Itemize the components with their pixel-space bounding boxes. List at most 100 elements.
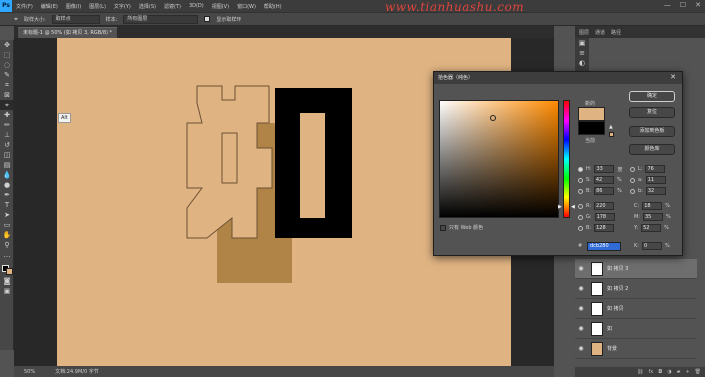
brush-tool-icon[interactable]: ✏ [0, 120, 14, 130]
close-icon[interactable]: ✕ [695, 1, 701, 9]
marquee-tool-icon[interactable]: ⬚ [0, 50, 14, 60]
eraser-tool-icon[interactable]: ◫ [0, 150, 14, 160]
tab-channels[interactable]: 通道 [595, 29, 605, 36]
color-libraries-button[interactable]: 颜色库 [629, 144, 675, 155]
menu-view[interactable]: 视图(V) [212, 3, 229, 10]
add-to-swatches-button[interactable]: 添加到色板 [629, 126, 675, 137]
pen-tool-icon[interactable]: ✒ [0, 190, 14, 200]
blue-radio[interactable] [578, 225, 583, 231]
type-tool-icon[interactable]: T [0, 200, 14, 210]
eyedropper-tool-icon[interactable]: ⌖ [0, 100, 14, 110]
eyedropper-icon[interactable]: ⌖ [14, 15, 18, 24]
path-select-tool-icon[interactable]: ➤ [0, 210, 14, 220]
eye-icon[interactable]: ◉ [575, 265, 587, 272]
tab-layers[interactable]: 图层 [579, 29, 589, 36]
eye-icon[interactable]: ◉ [575, 285, 587, 292]
show-ring-checkbox[interactable] [204, 16, 211, 22]
saturation-radio[interactable] [578, 177, 583, 183]
shape-tool-icon[interactable]: ▭ [0, 220, 14, 230]
current-color-swatch[interactable] [578, 121, 605, 135]
history-panel-icon[interactable]: ▣ [575, 38, 589, 48]
hue-slider[interactable] [563, 100, 570, 218]
gradient-tool-icon[interactable]: ▤ [0, 160, 14, 170]
move-tool-icon[interactable]: ✥ [0, 40, 14, 50]
green-input[interactable]: 178 [594, 213, 615, 221]
sample-source-select[interactable]: 所有图层 [123, 14, 199, 24]
lab-l-radio[interactable] [630, 166, 635, 172]
red-radio[interactable] [578, 203, 583, 209]
document-tab[interactable]: 未标题-1 @ 50% (如 拷贝 3, RGB/8) * [18, 27, 118, 38]
hex-input[interactable]: dcb280 [587, 242, 621, 251]
cyan-input[interactable]: 18 [642, 202, 663, 210]
hue-input[interactable]: 33 [594, 165, 615, 173]
lab-b-radio[interactable] [630, 188, 635, 194]
menu-select[interactable]: 选择(S) [139, 3, 156, 10]
color-marker[interactable] [490, 115, 496, 121]
lab-a-radio[interactable] [630, 177, 635, 183]
link-icon[interactable]: ⛓ [637, 369, 643, 375]
eye-icon[interactable]: ◉ [575, 345, 587, 352]
quick-mask-icon[interactable]: ◙ [0, 276, 14, 286]
menu-3d[interactable]: 3D(D) [189, 3, 204, 9]
healing-tool-icon[interactable]: ✚ [0, 110, 14, 120]
lab-a-input[interactable]: 11 [645, 176, 666, 184]
blur-tool-icon[interactable]: 💧 [0, 170, 14, 180]
folder-icon[interactable]: ▰ [677, 369, 681, 375]
crop-tool-icon[interactable]: ⌗ [0, 80, 14, 90]
yellow-input[interactable]: 52 [641, 224, 662, 232]
menu-file[interactable]: 文件(F) [16, 3, 33, 10]
hand-tool-icon[interactable]: ✋ [0, 230, 14, 240]
tab-paths[interactable]: 路径 [611, 29, 621, 36]
menu-window[interactable]: 窗口(W) [237, 3, 256, 10]
trash-icon[interactable]: 🗑 [695, 369, 701, 375]
brightness-radio[interactable] [578, 188, 583, 194]
lab-b-input[interactable]: 32 [645, 187, 666, 195]
sample-size-select[interactable]: 取样点 [51, 14, 100, 24]
new-layer-icon[interactable]: + [685, 369, 689, 375]
saturation-input[interactable]: 42 [593, 176, 614, 184]
red-input[interactable]: 220 [594, 202, 615, 210]
reset-button[interactable]: 复位 [629, 107, 675, 118]
color-swatches-icon[interactable] [0, 260, 14, 276]
screen-mode-icon[interactable]: ▣ [0, 286, 14, 296]
minimize-icon[interactable]: — [664, 1, 671, 9]
layer-row[interactable]: ◉ 如 拷贝 3 [575, 259, 697, 279]
hue-arrow-left-icon[interactable]: ▶ [558, 204, 562, 210]
eye-icon[interactable]: ◉ [575, 305, 587, 312]
lasso-tool-icon[interactable]: ◌ [0, 60, 14, 70]
history-brush-icon[interactable]: ↺ [0, 140, 14, 150]
adjustments-panel-icon[interactable]: ◐ [575, 58, 589, 68]
magenta-input[interactable]: 35 [643, 213, 663, 221]
web-safe-cube-icon[interactable] [609, 132, 614, 137]
zoom-level[interactable]: 50% [24, 369, 35, 375]
web-only-checkbox[interactable] [440, 224, 446, 231]
hue-arrow-right-icon[interactable]: ◀ [571, 204, 575, 210]
adjustment-layer-icon[interactable]: ◑ [667, 369, 671, 375]
zoom-tool-icon[interactable]: ⚲ [0, 240, 14, 250]
menu-type[interactable]: 文字(Y) [114, 3, 131, 10]
properties-panel-icon[interactable]: ≡ [575, 48, 589, 58]
lab-l-input[interactable]: 76 [645, 165, 666, 173]
layer-row[interactable]: ◉ 如 [575, 319, 697, 339]
saturation-brightness-field[interactable] [439, 100, 559, 218]
maximize-icon[interactable]: ☐ [680, 1, 686, 9]
frame-tool-icon[interactable]: ⊠ [0, 90, 14, 100]
layer-row[interactable]: ◉ 如 拷贝 2 [575, 279, 697, 299]
hue-radio[interactable] [578, 166, 583, 172]
menu-help[interactable]: 帮助(H) [264, 3, 282, 10]
menu-filter[interactable]: 滤镜(T) [164, 3, 181, 10]
menu-layer[interactable]: 图层(L) [89, 3, 106, 10]
dodge-tool-icon[interactable]: ● [0, 180, 14, 190]
fx-icon[interactable]: fx [649, 369, 654, 375]
layer-row[interactable]: ◉ 如 拷贝 [575, 299, 697, 319]
blue-input[interactable]: 128 [594, 224, 615, 232]
brightness-input[interactable]: 86 [594, 187, 615, 195]
black-input[interactable]: 0 [641, 242, 662, 250]
close-icon[interactable]: ✕ [670, 73, 676, 81]
layer-row[interactable]: ◉ 背景 [575, 339, 697, 359]
green-radio[interactable] [578, 214, 583, 220]
menu-image[interactable]: 图像(I) [66, 3, 81, 10]
ok-button[interactable]: 确定 [629, 91, 675, 102]
quick-select-tool-icon[interactable]: ✎ [0, 70, 14, 80]
mask-icon[interactable]: ◘ [658, 369, 662, 375]
